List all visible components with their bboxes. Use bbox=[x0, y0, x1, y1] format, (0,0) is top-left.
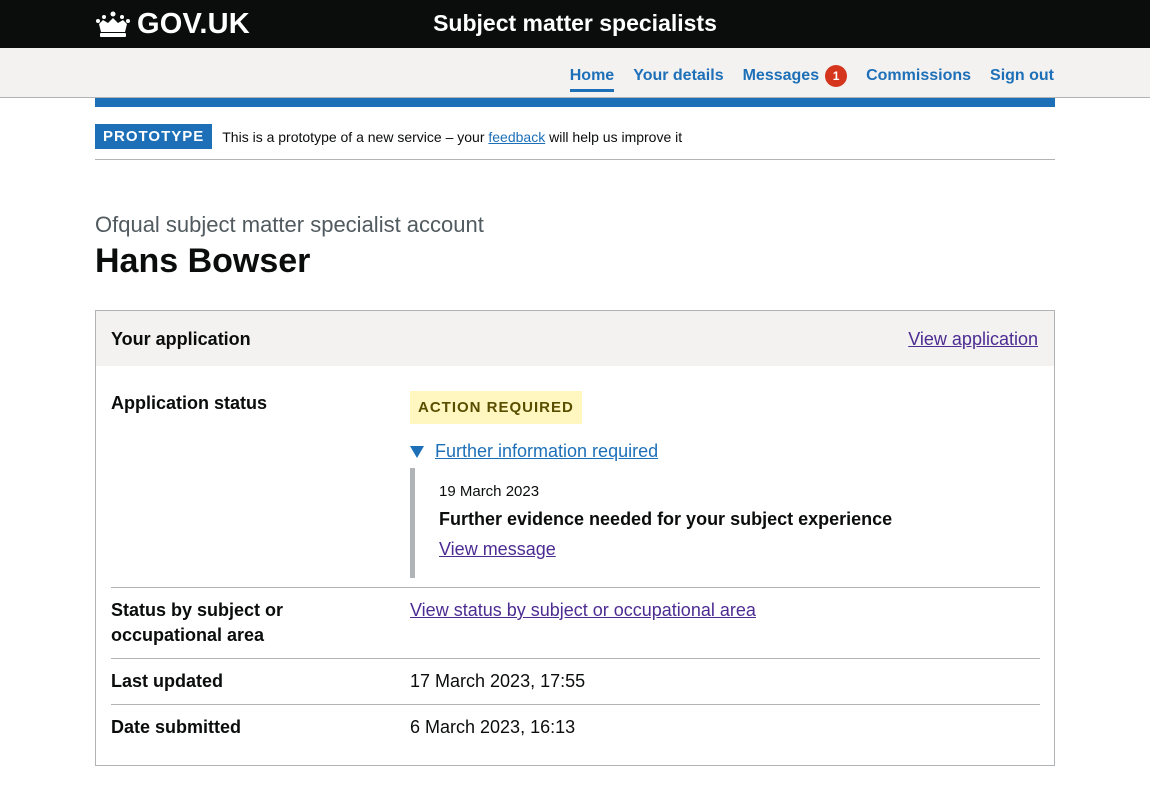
details-summary-further-information[interactable]: Further information required bbox=[410, 441, 658, 462]
view-application-link[interactable]: View application bbox=[908, 329, 1038, 350]
message-date: 19 March 2023 bbox=[439, 483, 540, 500]
phase-text-after: will help us improve it bbox=[549, 129, 683, 145]
row-divider bbox=[111, 658, 1040, 659]
phase-banner: PROTOTYPE This is a prototype of a new s… bbox=[95, 124, 1055, 160]
nav-label-your-details: Your details bbox=[633, 67, 724, 84]
nav-label-home: Home bbox=[569, 67, 615, 84]
row-key-status-by-subject: Status by subject or occupational area bbox=[111, 600, 284, 645]
service-name[interactable]: Subject matter specialists bbox=[0, 10, 1150, 37]
row-status-by-subject: Status by subject or occupational area V… bbox=[111, 598, 1040, 658]
row-divider bbox=[111, 587, 1040, 588]
feedback-link[interactable]: feedback bbox=[488, 129, 545, 145]
view-message-link[interactable]: View message bbox=[439, 539, 556, 560]
phase-text-before: This is a prototype of a new service – y… bbox=[222, 129, 485, 145]
view-status-by-subject-link[interactable]: View status by subject or occupational a… bbox=[410, 600, 756, 620]
row-date-submitted: Date submitted 6 March 2023, 16:13 bbox=[111, 715, 1040, 750]
application-summary-card: Your application View application Applic… bbox=[95, 310, 1055, 766]
row-value-last-updated: 17 March 2023, 17:55 bbox=[410, 671, 586, 691]
phase-tag: PROTOTYPE bbox=[95, 124, 213, 149]
row-key-application-status: Application status bbox=[111, 393, 268, 413]
nav-item-commissions[interactable]: Commissions bbox=[866, 67, 971, 92]
nav-label-commissions: Commissions bbox=[866, 67, 972, 84]
nav-item-home[interactable]: Home bbox=[569, 67, 615, 92]
navigation-bar: Home Your details Messages 1 Commissions … bbox=[0, 48, 1150, 98]
status-tag: ACTION REQUIRED bbox=[410, 391, 582, 424]
row-value-date-submitted: 6 March 2023, 16:13 bbox=[410, 717, 576, 737]
nav-item-sign-out[interactable]: Sign out bbox=[990, 67, 1054, 92]
row-key-last-updated: Last updated bbox=[111, 671, 224, 691]
nav-item-messages[interactable]: Messages 1 bbox=[743, 65, 848, 94]
card-header: Your application View application bbox=[96, 311, 1054, 366]
primary-navigation: Home Your details Messages 1 Commissions … bbox=[551, 65, 1054, 94]
messages-count-badge: 1 bbox=[825, 65, 848, 87]
details-summary-text: Further information required bbox=[435, 441, 659, 461]
details-body: 19 March 2023 Further evidence needed fo… bbox=[410, 468, 1010, 578]
row-value-status-by-subject: View status by subject or occupational a… bbox=[410, 598, 756, 623]
nav-item-your-details[interactable]: Your details bbox=[633, 67, 723, 92]
site-header: GOV.UK Subject matter specialists bbox=[0, 0, 1150, 48]
triangle-down-icon bbox=[410, 445, 424, 458]
phase-text: This is a prototype of a new service – y… bbox=[222, 129, 682, 145]
row-key-date-submitted: Date submitted bbox=[111, 717, 242, 737]
header-blue-strip bbox=[95, 98, 1055, 107]
message-title: Further evidence needed for your subject… bbox=[439, 509, 893, 529]
page-caption: Ofqual subject matter specialist account bbox=[95, 212, 484, 237]
nav-label-messages: Messages bbox=[742, 67, 820, 84]
row-value-application-status: ACTION REQUIRED bbox=[410, 391, 582, 424]
nav-label-sign-out: Sign out bbox=[990, 67, 1054, 84]
row-divider bbox=[111, 704, 1040, 705]
row-last-updated: Last updated 17 March 2023, 17:55 bbox=[111, 669, 1040, 704]
card-title: Your application bbox=[111, 329, 251, 349]
page-title: Hans Bowser bbox=[95, 242, 311, 280]
